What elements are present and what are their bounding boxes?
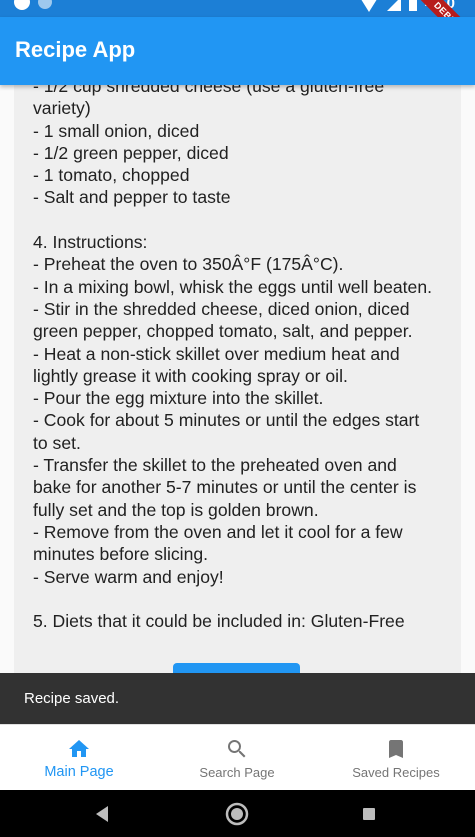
recipe-text: - 1/2 cup shredded cheese (use a gluten-… — [33, 85, 432, 632]
signal-icon — [386, 0, 401, 11]
status-notification-icons — [14, 0, 52, 10]
nav-item-search-page[interactable]: Search Page — [158, 725, 316, 791]
bookmark-icon — [389, 740, 403, 758]
recipe-scroll-view[interactable]: - 1/2 cup shredded cheese (use a gluten-… — [0, 85, 475, 673]
nav-label-search-page: Search Page — [199, 765, 275, 780]
snackbar: Recipe saved. — [0, 673, 475, 724]
back-icon[interactable] — [92, 790, 112, 837]
snackbar-message: Recipe saved. — [24, 690, 120, 707]
save-recipe-button[interactable] — [173, 663, 300, 673]
wifi-icon — [358, 0, 379, 12]
sync-icon — [38, 0, 52, 9]
recents-icon[interactable] — [360, 790, 378, 837]
nav-item-saved-recipes[interactable]: Saved Recipes — [317, 725, 475, 791]
page-title: Recipe App — [15, 37, 136, 62]
home-icon — [69, 740, 89, 757]
notification-icon — [14, 0, 30, 10]
bottom-navigation: Main Page Search Page Saved Recipes — [0, 724, 475, 791]
home-button-icon[interactable] — [224, 790, 250, 837]
app-bar: Recipe App — [0, 17, 475, 85]
nav-label-saved-recipes: Saved Recipes — [352, 765, 440, 780]
recipe-card: - 1/2 cup shredded cheese (use a gluten-… — [14, 85, 461, 673]
battery-icon — [408, 0, 417, 11]
status-bar: 4:50 DEBUG — [0, 0, 475, 17]
nav-item-main-page[interactable]: Main Page — [0, 725, 158, 791]
search-icon — [228, 740, 246, 758]
nav-label-main-page: Main Page — [44, 764, 114, 780]
system-navigation-bar — [0, 790, 475, 837]
